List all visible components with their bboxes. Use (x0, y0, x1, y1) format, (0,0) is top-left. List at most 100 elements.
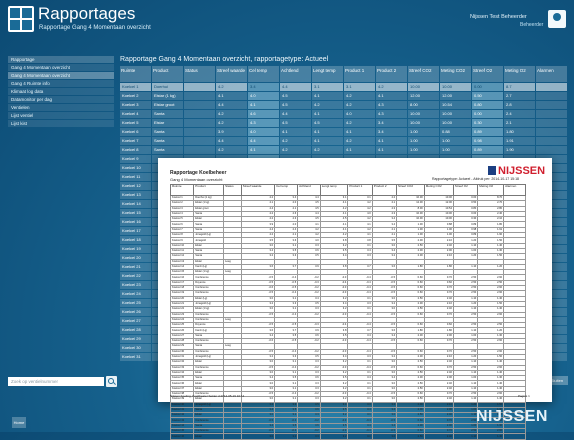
table-cell: 3.4 (376, 128, 407, 136)
table-cell: 0.89 (472, 128, 503, 136)
report-cell: 3.2 (319, 433, 349, 440)
table-cell (184, 110, 215, 118)
table-cell (536, 146, 567, 154)
column-header[interactable]: Lengt temp (312, 66, 343, 82)
table-cell (536, 128, 567, 136)
table-cell: 4.2 (216, 110, 247, 118)
column-header[interactable]: Meting CO2 (440, 66, 471, 82)
column-header[interactable]: Streef CO2 (408, 66, 439, 82)
table-row[interactable]: Koelcel 8 Santa 4.2 4.1 4.2 4.2 4.1 4.1 1.00 1.00… (120, 146, 568, 154)
table-cell: Koelcel 14 (120, 200, 151, 208)
column-header[interactable]: Product 1 (344, 66, 375, 82)
table-cell: 10.00 (408, 83, 439, 91)
column-header[interactable]: Cel temp (248, 66, 279, 82)
report-column-header: Ruimte (169, 184, 195, 196)
table-cell: Koelcel 7 (120, 137, 151, 145)
table-row[interactable]: Koelcel 2 Elstar (1 kg) 4.1 4.0 4.5 4.1 4.2 4.1… (120, 92, 568, 100)
table-cell: Koelcel 13 (120, 191, 151, 199)
user-avatar-icon[interactable] (548, 10, 566, 28)
column-header[interactable]: Meting O2 (504, 66, 535, 82)
report-cell: 2.40 (423, 433, 454, 440)
table-cell: Doerhui (152, 83, 183, 91)
table-cell: 4.6 (248, 110, 279, 118)
sidebar-item[interactable]: Klimaat log data (8, 88, 114, 95)
table-cell: 3.1 (344, 83, 375, 91)
table-cell: Koelcel 24 (120, 290, 151, 298)
table-cell: 10.00 (440, 110, 471, 118)
column-header[interactable]: Ruimte (120, 66, 151, 82)
column-header[interactable]: Streef O2 (472, 66, 503, 82)
report-meta: Rapportagetype: Actueel - Afdruk per: 20… (432, 177, 519, 181)
table-cell: 4.4 (280, 83, 311, 91)
table-row[interactable]: Koelcel 7 Santa 4.4 4.4 4.2 4.1 4.2 4.1 1.00 1.00… (120, 137, 568, 145)
sidebar-item-active[interactable]: Gang 4 Momentaan overzicht (8, 72, 114, 79)
report-row: Koelcel 46 Elstar 3.0 3.1 3.3 3.2 3.1 3.0 2.50 2.… (169, 433, 526, 440)
table-row[interactable]: Koelcel 6 Santa 3.9 4.0 4.1 4.1 4.1 3.4 1.00 0.88… (120, 128, 568, 136)
table-cell: 4.1 (376, 137, 407, 145)
report-cell: 2.50 (396, 433, 425, 440)
table-cell: 4.1 (344, 146, 375, 154)
column-header[interactable]: Achtlend (280, 66, 311, 82)
table-cell: 1.91 (504, 137, 535, 145)
table-row[interactable]: Koelcel 4 Santa 4.2 4.6 4.4 4.1 4.0 4.3 10.00 10.… (120, 110, 568, 118)
table-cell: Koelcel 31 (120, 353, 151, 361)
table-row[interactable]: Koelcel 1 Doerhui 4.2 3.4 4.4 3.1 3.1 4.2 10.00 1… (120, 83, 568, 91)
table-cell: 0.00 (472, 110, 503, 118)
table-cell: Koelcel 3 (120, 101, 151, 109)
table-cell: 12.00 (408, 92, 439, 100)
sidebar-item[interactable]: Gang 4 Ruimte info (8, 80, 114, 87)
table-cell: 4.5 (312, 119, 343, 127)
column-header[interactable]: Streef waarde (216, 66, 247, 82)
table-cell: Koelcel 30 (120, 344, 151, 352)
table-cell: 4.0 (344, 110, 375, 118)
table-cell: 4.4 (248, 137, 279, 145)
table-cell: 4.1 (312, 128, 343, 136)
report-page-number: Pagina 1 (518, 394, 530, 398)
report-subtitle: Gang 4 Momentaan overzicht (170, 177, 223, 182)
table-cell: Koelcel 22 (120, 272, 151, 280)
search-icon[interactable] (106, 376, 117, 387)
table-cell: Koelcel 8 (120, 146, 151, 154)
table-cell (536, 119, 567, 127)
sidebar-item[interactable]: Datamonitor per dag (8, 96, 114, 103)
report-cell: 3.0 (371, 433, 398, 440)
app-logo-icon (8, 6, 34, 32)
page-subtitle: Rapportage Gang 4 Momentaan overzicht (39, 25, 151, 31)
sidebar-item[interactable]: Ventielen (8, 104, 114, 111)
table-cell: 4.2 (376, 83, 407, 91)
table-cell: Koelcel 4 (120, 110, 151, 118)
table-cell: 4.1 (376, 92, 407, 100)
table-cell: 1.90 (504, 146, 535, 154)
report-cell: 1.10 (452, 433, 479, 440)
table-cell: Koelcel 21 (120, 263, 151, 271)
table-row[interactable]: Koelcel 5 Elstar 4.2 4.3 4.5 4.5 4.2 3.4 10.00 10… (120, 119, 568, 127)
column-header[interactable]: Alarmen (536, 66, 567, 82)
table-cell: Koelcel 1 (120, 83, 151, 91)
table-cell (184, 137, 215, 145)
table-cell (184, 83, 215, 91)
sidebar-item[interactable]: Gang 4 Momentaan overzicht (8, 64, 114, 71)
table-cell: 2.7 (504, 92, 535, 100)
table-cell: 4.3 (248, 119, 279, 127)
sidebar-item[interactable]: Lijst kist (8, 120, 114, 127)
table-cell: 4.1 (248, 101, 279, 109)
report-column-header: Cel temp (274, 184, 299, 196)
column-header[interactable]: Product 2 (376, 66, 407, 82)
table-row[interactable]: Koelcel 3 Elstar groot 4.4 4.1 4.5 4.2 4.2 4.3 8… (120, 101, 568, 109)
table-cell: 0.80 (472, 101, 503, 109)
sidebar-item[interactable]: Lijst ventiel (8, 112, 114, 119)
report-cell: 3.1 (274, 433, 299, 440)
table-cell: 4.2 (344, 92, 375, 100)
table-cell: 0.98 (472, 137, 503, 145)
home-button[interactable]: Home (12, 417, 26, 428)
search-input[interactable]: Zoek op ventielnummer (8, 377, 104, 386)
table-cell (536, 101, 567, 109)
column-header[interactable]: Status (184, 66, 215, 82)
table-cell: 4.2 (344, 101, 375, 109)
report-table-body: Koelcel 1 Doerhui (1 kg) 4.2 3.4 4.4 3.1 3.1 4.… (169, 194, 526, 440)
table-cell (184, 146, 215, 154)
table-cell (184, 128, 215, 136)
table-cell: 1.00 (408, 128, 439, 136)
column-header[interactable]: Product (152, 66, 183, 82)
table-cell: Koelcel 9 (120, 155, 151, 163)
